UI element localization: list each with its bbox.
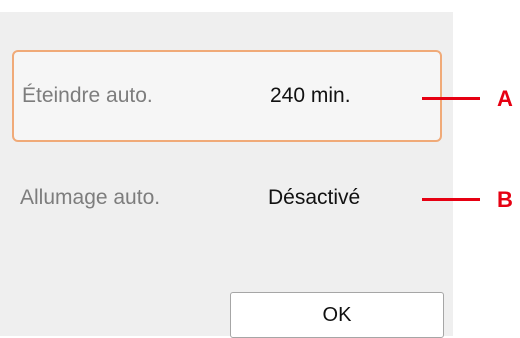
callout-letter-b: B — [497, 187, 513, 212]
callout-letter-a: A — [497, 86, 513, 111]
callout-line-b — [422, 198, 480, 201]
setting-auto-power-on-label: Allumage auto. — [20, 186, 161, 209]
setting-auto-power-on-value: Désactivé — [268, 186, 361, 209]
callout-line-a — [422, 97, 480, 100]
setting-auto-power-off-label: Éteindre auto. — [22, 84, 153, 107]
setting-auto-power-off-value: 240 min. — [270, 84, 351, 107]
setting-auto-power-off[interactable]: Éteindre auto. 240 min. — [12, 50, 442, 142]
ok-button[interactable]: OK — [230, 292, 444, 338]
setting-auto-power-on[interactable]: Allumage auto. Désactivé — [12, 152, 442, 244]
printer-settings-screen: Éteindre auto. 240 min. Allumage auto. D… — [0, 12, 453, 338]
